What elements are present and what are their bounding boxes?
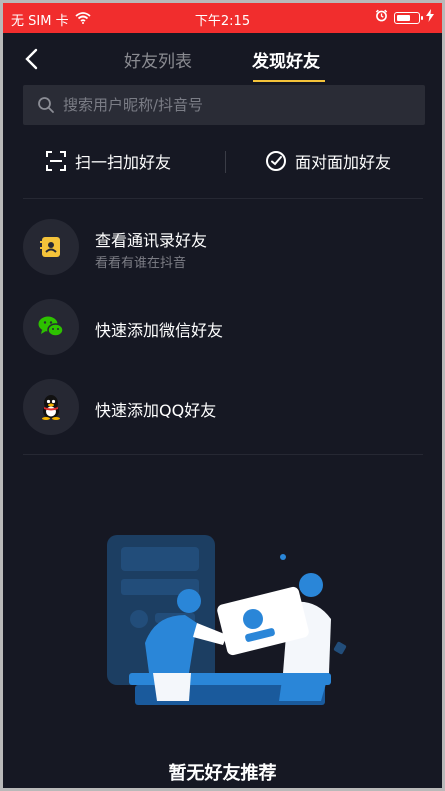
- divider-top: [23, 198, 423, 199]
- empty-state-illustration: [93, 523, 363, 713]
- alarm-icon: [375, 9, 388, 26]
- divider-bottom: [23, 454, 423, 455]
- wechat-icon: [38, 316, 64, 337]
- charging-icon: [426, 9, 434, 26]
- search-bar: [23, 85, 425, 125]
- contacts-icon-wrap: [23, 219, 79, 275]
- battery-icon: [394, 11, 423, 24]
- search-input[interactable]: [61, 95, 405, 115]
- status-bar: 无 SIM 卡 下午2:15: [3, 3, 442, 33]
- address-book-icon: [40, 237, 60, 257]
- contacts-subtitle: 看看有谁在抖音: [95, 256, 187, 271]
- qq-penguin-icon: [42, 395, 60, 420]
- qq-title: 快速添加QQ好友: [95, 401, 217, 420]
- empty-state-text: 暂无好友推荐: [168, 763, 277, 784]
- qq-icon-wrap: [23, 379, 79, 435]
- chevron-left-icon: [25, 48, 38, 70]
- face-to-face-label: 面对面加好友: [295, 153, 392, 172]
- nav-bar: 好友列表 发现好友: [3, 33, 442, 83]
- wechat-icon-wrap: [23, 299, 79, 355]
- face-to-face-add-button[interactable]: 面对面加好友: [265, 149, 391, 173]
- scan-icon: [46, 151, 66, 171]
- quick-actions: 扫一扫加好友 面对面加好友: [3, 141, 442, 185]
- battery-fill: [397, 14, 411, 21]
- list-item-contacts[interactable]: 查看通讯录好友 看看有谁在抖音: [23, 219, 423, 279]
- status-right: [375, 9, 434, 26]
- list-item-qq[interactable]: 快速添加QQ好友: [23, 379, 423, 439]
- scan-add-button[interactable]: 扫一扫加好友: [45, 149, 171, 173]
- scan-add-label: 扫一扫加好友: [75, 153, 172, 172]
- active-tab-indicator: [253, 80, 325, 82]
- face-to-face-icon: [266, 151, 286, 171]
- list-item-wechat[interactable]: 快速添加微信好友: [23, 299, 423, 359]
- search-icon: [38, 97, 54, 113]
- tab-friend-list[interactable]: 好友列表: [124, 47, 192, 72]
- actions-separator: [225, 151, 226, 173]
- contacts-title: 查看通讯录好友: [95, 231, 208, 250]
- phone-screen: 无 SIM 卡 下午2:15 好友列表 发现好友 搜索用户昵称/抖音号 扫一扫加…: [0, 0, 445, 791]
- back-button[interactable]: [17, 45, 45, 73]
- wechat-title: 快速添加微信好友: [95, 321, 224, 340]
- tab-discover-friends[interactable]: 发现好友: [252, 47, 320, 72]
